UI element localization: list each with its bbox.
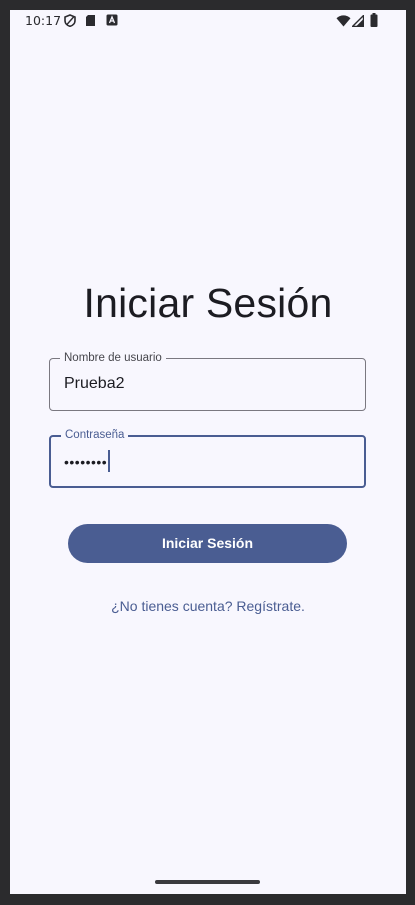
sd-card-icon [85, 14, 96, 30]
cell-signal-icon [350, 13, 365, 30]
gesture-nav-handle[interactable] [155, 880, 260, 884]
password-field[interactable]: Contraseña •••••••• [49, 428, 366, 488]
username-label: Nombre de usuario [60, 351, 166, 365]
wifi-icon [336, 15, 351, 30]
status-bar: 10:17 [10, 10, 406, 34]
status-time: 10:17 [25, 13, 62, 28]
register-link[interactable]: ¿No tienes cuenta? Regístrate. [10, 598, 406, 614]
text-cursor [108, 450, 111, 472]
password-masked-value: •••••••• [64, 454, 108, 471]
page-title: Iniciar Sesión [83, 280, 333, 326]
shield-icon [64, 14, 76, 30]
app-screen: 10:17 Iniciar Sesión Nombre de usuario P… [10, 10, 406, 894]
password-input[interactable]: •••••••• [64, 450, 111, 474]
battery-icon [370, 13, 378, 30]
login-button[interactable]: Iniciar Sesión [68, 524, 347, 563]
keyboard-a-icon [106, 14, 118, 29]
password-label: Contraseña [61, 428, 129, 442]
username-value[interactable]: Prueba2 [64, 375, 125, 393]
username-field[interactable]: Nombre de usuario Prueba2 [49, 351, 366, 411]
